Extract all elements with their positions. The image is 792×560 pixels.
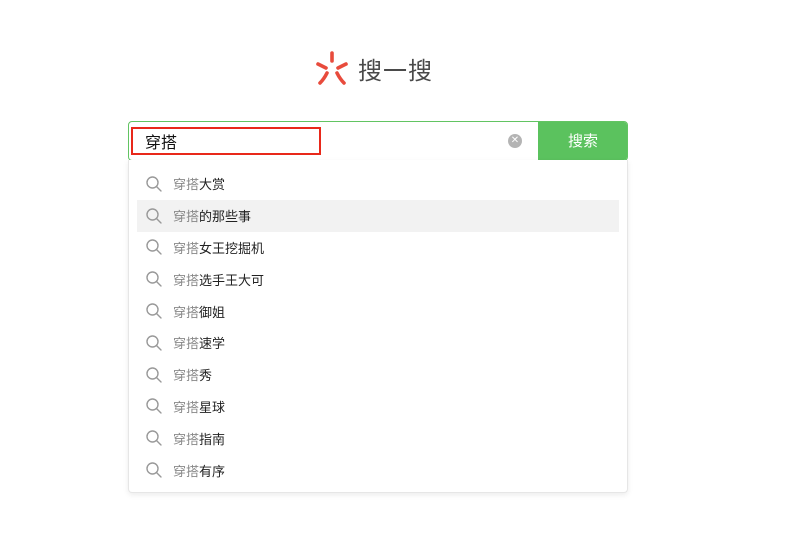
suggestion-prefix: 穿搭 (173, 369, 200, 385)
suggestion-text: 女王挖掘机 (199, 241, 265, 257)
suggestion-prefix: 穿搭 (173, 400, 200, 416)
suggestion-item[interactable]: 穿搭 星球 (137, 391, 619, 423)
suggestion-prefix: 穿搭 (173, 210, 200, 226)
suggestion-item[interactable]: 穿搭 有序 (137, 454, 619, 486)
suggestion-prefix: 穿搭 (173, 464, 200, 480)
suggestion-prefix: 穿搭 (173, 241, 200, 257)
suggestion-item[interactable]: 穿搭 速学 (137, 327, 619, 359)
suggestion-item[interactable]: 穿搭秀 (137, 359, 619, 391)
suggestion-text: 速学 (199, 337, 226, 353)
search-icon (145, 461, 163, 479)
suggestion-item[interactable]: 穿搭 选手王大可 (137, 263, 619, 295)
suggestion-item[interactable]: 穿搭 大赏 (137, 168, 619, 200)
search-button[interactable]: 搜索 (538, 122, 627, 160)
suggestion-prefix: 穿搭 (173, 273, 200, 289)
suggestion-text: 大赏 (199, 178, 226, 194)
search-icon (145, 270, 163, 288)
search-icon (145, 429, 163, 447)
suggestion-prefix: 穿搭 (173, 178, 200, 194)
brand-header: 搜一搜 (312, 48, 433, 88)
search-bar: ✕ 搜索 (128, 121, 628, 161)
suggestion-prefix: 穿搭 (173, 305, 200, 321)
suggestion-item[interactable]: 穿搭 指南 (137, 422, 619, 454)
suggestion-text: 有序 (199, 464, 226, 480)
search-icon (145, 238, 163, 256)
suggestion-text: 秀 (199, 369, 213, 385)
suggestion-text: 选手王大可 (199, 273, 265, 289)
suggestion-text: 指南 (199, 432, 226, 448)
suggestion-text: 星球 (199, 400, 226, 416)
suggestion-prefix: 穿搭 (173, 337, 200, 353)
search-icon (145, 334, 163, 352)
search-icon (145, 397, 163, 415)
sousou-logo-icon (312, 48, 352, 88)
brand-title: 搜一搜 (358, 56, 433, 85)
suggestion-item[interactable]: 穿搭 女王挖掘机 (137, 232, 619, 264)
suggestion-dropdown: 穿搭 大赏 穿搭 的那些事 穿搭 女王挖掘机 穿搭 选手王大可 穿搭 御姐 穿搭 速学 穿搭秀穿搭 星球穿… (128, 160, 628, 493)
search-icon (145, 175, 163, 193)
suggestion-text: 御姐 (199, 305, 226, 321)
clear-icon[interactable]: ✕ (508, 134, 522, 148)
suggestion-item[interactable]: 穿搭 御姐 (137, 295, 619, 327)
search-icon (145, 366, 163, 384)
search-input[interactable] (131, 127, 321, 155)
suggestion-prefix: 穿搭 (173, 432, 200, 448)
suggestion-text: 的那些事 (199, 210, 252, 226)
search-icon (145, 207, 163, 225)
suggestion-item[interactable]: 穿搭 的那些事 (137, 199, 619, 232)
search-icon (145, 302, 163, 320)
search-page: 搜一搜 ✕ 搜索 穿搭大赏穿搭的那些事穿搭女王挖掘机穿搭选手王大可穿搭御姐穿搭速… (0, 0, 792, 560)
